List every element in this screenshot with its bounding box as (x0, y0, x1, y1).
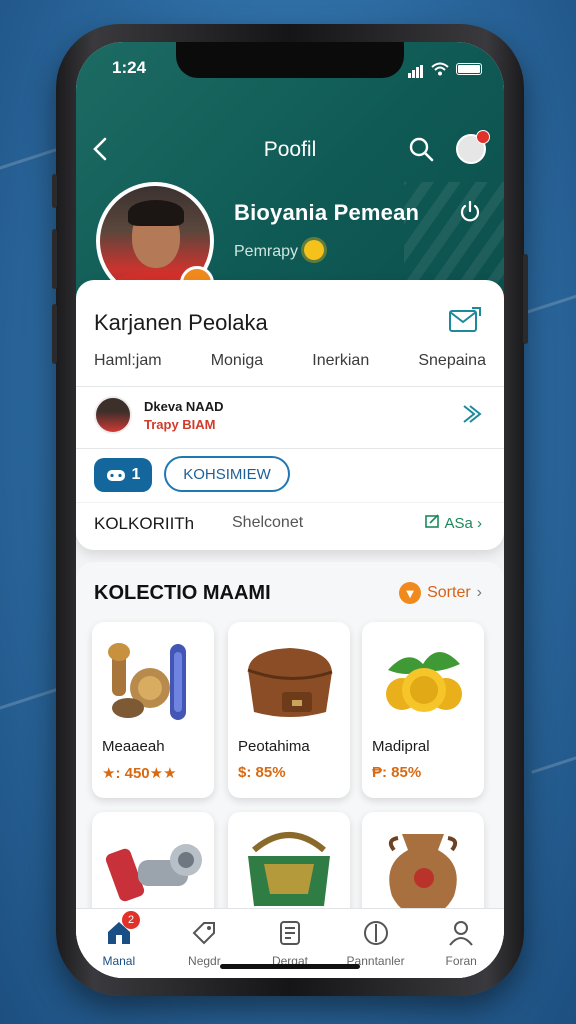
collection-item[interactable]: Peotahima $: 85% (228, 622, 350, 798)
tab-2[interactable]: Moniga (211, 352, 263, 370)
profile-tabs: Haml:jam Moniga Inerkian Snepaina (94, 352, 486, 370)
notch (176, 42, 404, 78)
gamepad-icon (106, 470, 125, 481)
sort-button[interactable]: ▼ Sorter › (399, 582, 482, 604)
tab-1[interactable]: Haml:jam (94, 352, 162, 370)
player-name: Bioyania Pemean (234, 200, 420, 225)
signal-icon (408, 60, 424, 78)
sort-icon: ▼ (399, 582, 422, 604)
tab-home[interactable]: 2 Manal (76, 909, 162, 978)
pipe-fitting-image (105, 844, 202, 902)
item-name: Madipral (372, 738, 430, 755)
tab-label: Manal (102, 954, 136, 968)
chevron-right-icon: › (476, 584, 482, 601)
notification-badge (476, 130, 490, 144)
gamepad-button[interactable]: 1 (94, 458, 152, 492)
footer-mid-label: Shelconet (232, 514, 304, 531)
tab-foran[interactable]: Foran (418, 909, 504, 978)
search-icon[interactable] (408, 136, 434, 162)
message-edit-icon[interactable] (448, 306, 482, 334)
page-title: Poofil (263, 138, 317, 161)
vase-image (388, 834, 458, 916)
card-title: Karjanen Peolaka (94, 310, 268, 335)
item-name: Meaaeah (102, 738, 165, 755)
battery-icon (456, 63, 482, 75)
collection-item[interactable]: Madipral ₱: 85% (362, 622, 484, 798)
power-icon[interactable] (458, 200, 482, 224)
trophy-set-image (108, 643, 186, 720)
footer-right-link[interactable]: ASa › (425, 514, 482, 532)
wifi-icon (431, 62, 449, 76)
tab-4[interactable]: Snepaina (418, 352, 486, 370)
divider (76, 386, 504, 387)
collection-title: KOLECTIO MAAMI (94, 582, 271, 604)
phone-frame: 1:24 Poofil Bioyania Pemean Pemrapy Karj… (52, 24, 528, 996)
item-price: $: 85% (238, 764, 286, 781)
tab-badge: 2 (122, 911, 140, 929)
gold-coins-image (386, 652, 462, 712)
shield-icon (363, 921, 388, 945)
tab-label: Foran (445, 954, 477, 968)
linked-player-avatar (94, 396, 132, 434)
home-indicator (220, 964, 360, 969)
green-pouch-image (248, 832, 330, 906)
item-price: ₱: 85% (372, 764, 422, 781)
player-subtitle: Pemrapy (234, 240, 325, 261)
leather-bag-image (247, 648, 333, 717)
app-screen: 1:24 Poofil Bioyania Pemean Pemrapy Karj… (76, 42, 504, 978)
divider (76, 502, 504, 503)
item-price: ★: 450★★ (102, 765, 177, 782)
double-chevron-right-icon (463, 405, 482, 423)
linked-player-row[interactable]: Dkeva NAAD Trapy BIAM (94, 396, 486, 438)
linked-player-name: Dkeva NAAD (144, 399, 224, 414)
footer-left-label: KOLKORIITh (94, 514, 195, 533)
chevron-right-icon: › (477, 515, 482, 532)
status-time: 1:24 (112, 58, 147, 77)
top-nav: Poofil (76, 130, 504, 170)
linked-player-sub: Trapy BIAM (144, 417, 216, 432)
tag-icon (192, 922, 216, 945)
user-icon (449, 921, 473, 946)
status-icons (408, 60, 482, 78)
outline-action-button[interactable]: KOHSIMIEW (164, 456, 290, 492)
card-icon (279, 921, 300, 945)
collection-item[interactable]: Meaaeah ★: 450★★ (92, 622, 214, 798)
edit-icon (425, 514, 439, 528)
profile-card: Karjanen Peolaka Haml:jam Moniga Inerkia… (76, 280, 504, 550)
divider (76, 448, 504, 449)
tab-3[interactable]: Inerkian (312, 352, 369, 370)
item-name: Peotahima (238, 738, 310, 755)
sun-icon (304, 240, 325, 260)
